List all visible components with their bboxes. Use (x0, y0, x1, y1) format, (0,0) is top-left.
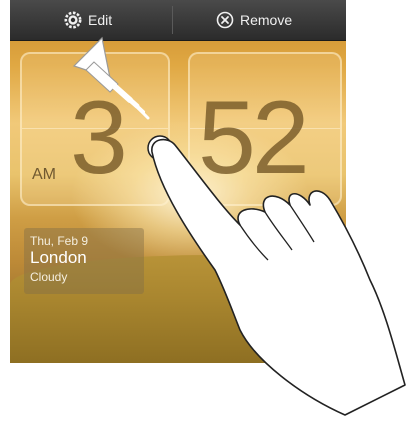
hand-drag-icon (147, 135, 406, 416)
instruction-figure: Edit Remove 3 52 AM Thu, Feb 9 London Cl… (0, 0, 413, 425)
drag-gesture-overlay (72, 36, 406, 416)
drag-arrow-icon (72, 36, 150, 120)
